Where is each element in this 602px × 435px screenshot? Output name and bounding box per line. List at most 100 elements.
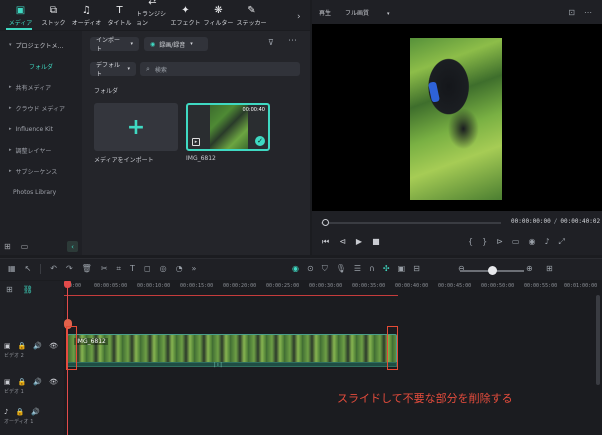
search-input[interactable]: ⌕ 検索 [140,62,300,76]
sidebar-item-shared-media[interactable]: ▸ 共有メディア [4,77,78,97]
video-viewport[interactable] [312,24,602,211]
media-clip-thumbnail[interactable]: 00:00:40 ▸ ✓ [186,103,270,151]
text-icon[interactable]: T [130,264,135,274]
playhead-handle[interactable] [64,281,71,288]
filter-icon[interactable]: ⊽ [268,38,274,47]
timeline-audio-waveform[interactable] [67,362,397,367]
snap-icon[interactable]: ✣ [383,264,390,274]
tab-effect[interactable]: ✦ エフェクト [169,2,202,30]
quality-dropdown[interactable]: フル画質 ▾ [345,8,390,17]
lock-icon[interactable]: 🔒 [18,378,27,386]
crop-icon[interactable]: ⌗ [117,264,122,274]
sidebar-item-adjustment-layer[interactable]: ▸ 調整レイヤー [4,140,78,160]
media-sidebar: ▾ プロジェクトメ... フォルダ ▸ 共有メディア ▸ クラウド メディア ▸ Inf… [0,31,82,255]
chevron-right-icon: ▸ [9,105,12,111]
grid-icon[interactable]: ⊞ [546,264,553,273]
sidebar-item-subsequence[interactable]: ▸ サブシーケンス [4,161,78,181]
record-dropdown[interactable]: ◉ 録画/録音 ▾ [144,37,208,51]
link-icon[interactable]: ⛓ [23,285,33,294]
more-options-icon[interactable]: ⋯ [584,8,592,17]
marker-icon[interactable]: ⊟ [413,264,420,274]
sticker-icon: ✎ [247,5,256,16]
ai-icon[interactable]: ◉ [292,264,299,274]
playback-progress-bar[interactable] [321,222,501,224]
stop-icon[interactable]: ■ [372,237,380,247]
speaker-icon[interactable]: 🔊 [33,378,42,386]
title-icon: T [116,5,123,16]
fullscreen-display-icon[interactable]: ▭ [512,237,520,247]
lock-icon[interactable]: 🔒 [15,408,24,416]
video-track-icon: ▣ [4,342,11,350]
vertical-scrollbar[interactable] [596,295,600,385]
redo-icon[interactable]: ↷ [66,264,73,274]
more-icon[interactable]: » [192,264,197,274]
zoom-slider-handle[interactable] [488,266,497,275]
speaker-icon[interactable]: 🔊 [31,408,40,416]
folder-icon[interactable]: ▭ [21,242,29,251]
tab-title[interactable]: T タイトル [103,2,136,30]
camera-icon[interactable]: ◉ [528,237,535,247]
check-icon: ✓ [255,136,265,146]
import-media-tile[interactable]: + [94,103,178,151]
playback-scrubber[interactable] [322,219,329,226]
lock-icon[interactable]: 🔒 [18,342,27,350]
ruler-tick: 00:00:50:00 [481,283,515,289]
sidebar-item-influence-kit[interactable]: ▸ Influence Kit [4,119,78,139]
list-icon[interactable]: ☰ [354,264,361,274]
video-frame [410,38,502,200]
sidebar-item-project-media[interactable]: ▾ プロジェクトメ... [4,35,78,55]
eye-icon[interactable]: 👁 [49,378,58,386]
tab-media[interactable]: ▣ メディア [4,2,37,30]
more-options-icon[interactable]: ⋯ [288,36,297,46]
undo-icon[interactable]: ↶ [50,264,57,274]
timeline-ruler[interactable]: 00:00 00:00:05:00 00:00:10:00 00:00:15:0… [64,281,602,295]
preview-player: 再生 フル画質 ▾ ⊡ ⋯ 00:00:00:00/00:00:40:02 ⏮ ⊲… [312,0,602,255]
sidebar-item-folder[interactable]: フォルダ [4,56,78,76]
chevron-down-icon: ▾ [130,41,133,47]
step-back-icon[interactable]: ⊲ [339,237,346,247]
snapshot-icon[interactable]: ⊡ [568,8,575,17]
collapse-sidebar-button[interactable]: ‹ [67,241,78,252]
import-dropdown[interactable]: インポート ▾ [90,37,139,53]
audio-icon[interactable]: ♪ [544,237,549,247]
delete-icon[interactable]: 🗑 [82,264,92,274]
eye-icon[interactable]: 👁 [49,342,58,350]
mic-icon[interactable]: 🎙 [336,264,346,274]
transform-icon[interactable]: ◻ [144,264,151,274]
zoom-in-icon[interactable]: ⊕ [526,264,533,273]
tab-stock[interactable]: ⧉ ストック [37,2,70,30]
play-icon[interactable]: ▶ [356,237,362,247]
mark-in-icon[interactable]: { [468,237,473,247]
clip-name: IMG_6812 [186,155,216,162]
sidebar-item-photos-library[interactable]: Photos Library [4,182,78,202]
speed-icon[interactable]: ◎ [160,264,167,274]
select-tool-icon[interactable]: ↖ [25,264,32,274]
ruler-tick: 00:01:00:00 [564,283,598,289]
tab-transition[interactable]: ⇄ トランジション [136,0,169,30]
play-range-icon[interactable]: ⊙ [307,264,314,274]
tab-sticker[interactable]: ✎ ステッカー [235,2,268,30]
sort-dropdown[interactable]: デフォルト ▾ [90,62,136,78]
mark-out-icon[interactable]: } [482,237,487,247]
shield-icon[interactable]: ⛉ [322,264,328,274]
tab-audio[interactable]: ♫ オーディオ [70,2,103,30]
layout-icon[interactable]: ▦ [8,264,16,274]
new-folder-icon[interactable]: ⊞ [4,242,11,251]
tab-filter[interactable]: ❋ フィルター [202,2,235,30]
previous-frame-icon[interactable]: ⏮ [322,237,329,247]
picture-icon[interactable]: ▣ [398,264,406,274]
render-icon[interactable]: ⊳ [496,237,503,247]
magnet-icon[interactable]: ∩ [369,264,375,274]
timeline-video-clip[interactable]: IMG_6812 [67,334,397,364]
chevron-right-icon: ▸ [9,84,12,90]
expand-icon[interactable]: ⤢ [559,237,565,247]
sidebar-item-cloud-media[interactable]: ▸ クラウド メディア [4,98,78,118]
add-track-icon[interactable]: ⊞ [6,285,13,294]
split-icon[interactable]: ✂ [101,264,108,274]
chevron-down-icon: ▾ [190,41,193,47]
chevron-right-icon[interactable]: › [297,12,301,22]
track-audio-1: ♪ 🔒 🔊 オーディオ 1 [4,408,40,425]
speaker-icon[interactable]: 🔊 [33,342,42,350]
dog-collar [428,81,440,103]
timer-icon[interactable]: ◔ [176,264,183,274]
